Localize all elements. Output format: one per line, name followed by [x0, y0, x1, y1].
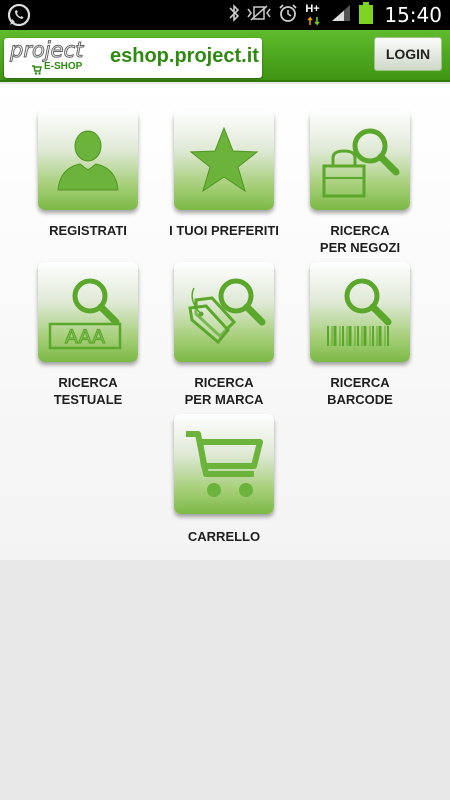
preferiti-button[interactable]: [174, 110, 274, 210]
bluetooth-icon: [228, 3, 240, 28]
logo-project-text: project: [9, 38, 84, 63]
whatsapp-icon: [6, 3, 32, 32]
logo-domain-text: eshop.project.it: [110, 45, 259, 67]
registrati-button[interactable]: [38, 110, 138, 210]
tag-search-icon: [188, 278, 266, 345]
empty-area: [0, 560, 450, 800]
login-button[interactable]: LOGIN: [374, 37, 442, 71]
barcode-search-icon: [327, 278, 392, 346]
battery-icon: [359, 1, 374, 29]
tile-label: CARRELLO: [187, 529, 261, 544]
clock: 15:40: [384, 3, 442, 27]
cart-icon: [186, 431, 263, 497]
star-icon: [189, 126, 259, 193]
data-arrows-icon: [307, 16, 320, 26]
tile-carrello[interactable]: CARRELLO: [174, 414, 274, 544]
signal-icon: [330, 3, 352, 28]
cart-small-icon: [32, 62, 42, 80]
tile-label: RICERCA PER NEGOZI: [319, 223, 401, 255]
ricerca-testuale-button[interactable]: AAA: [38, 262, 138, 362]
status-bar: H+ 15:40: [0, 0, 450, 30]
main-menu: REGISTRATI I TUOI PREFERITI RICERCA PER N…: [0, 84, 450, 560]
brand-logo[interactable]: project E-SHOP eshop.project.it: [4, 38, 262, 78]
tile-registrati[interactable]: REGISTRATI: [38, 110, 138, 238]
tile-preferiti[interactable]: I TUOI PREFERITI: [169, 110, 279, 238]
logo-eshop-text: E-SHOP: [44, 61, 83, 72]
app-header: project E-SHOP eshop.project.it LOGIN: [0, 30, 450, 82]
tile-label: RICERCA BARCODE: [327, 375, 393, 407]
carrello-button[interactable]: [174, 414, 274, 514]
shop-search-icon: [322, 128, 400, 198]
network-type-label: H+: [305, 2, 323, 28]
text-search-icon: AAA: [48, 278, 122, 350]
ricerca-barcode-button[interactable]: [310, 262, 410, 362]
vibrate-icon: [247, 4, 271, 27]
user-icon: [57, 130, 119, 191]
svg-text:AAA: AAA: [65, 326, 105, 348]
tile-ricerca-negozi[interactable]: RICERCA PER NEGOZI: [310, 110, 410, 255]
alarm-icon: [278, 3, 298, 28]
ricerca-negozi-button[interactable]: [310, 110, 410, 210]
tile-ricerca-testuale[interactable]: AAA RICERCA TESTUALE: [38, 262, 138, 407]
tile-ricerca-marca[interactable]: RICERCA PER MARCA: [174, 262, 274, 407]
tile-ricerca-barcode[interactable]: RICERCA BARCODE: [310, 262, 410, 407]
ricerca-marca-button[interactable]: [174, 262, 274, 362]
